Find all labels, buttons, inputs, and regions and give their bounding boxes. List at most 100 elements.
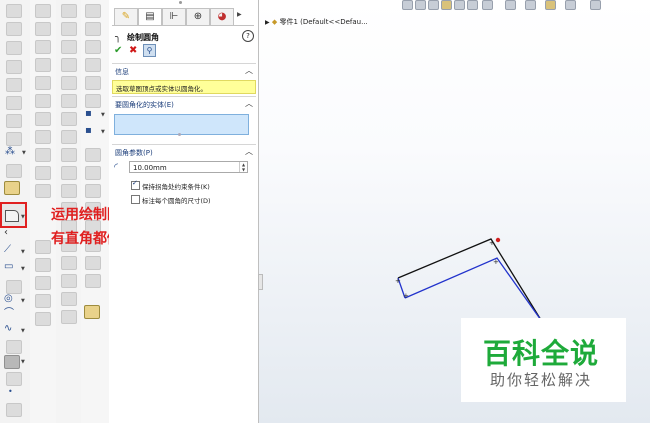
monitor-icon[interactable]: [590, 0, 601, 10]
cancel-button[interactable]: ✖: [129, 45, 137, 56]
toolbar-icon[interactable]: [61, 310, 77, 324]
toolbar-icon[interactable]: [61, 22, 77, 36]
vertex-point[interactable]: [495, 237, 501, 243]
toolbar-icon[interactable]: [85, 40, 101, 54]
toolbar-icon[interactable]: [35, 240, 51, 254]
smart-dimension-icon[interactable]: [6, 4, 22, 18]
toolbar-icon[interactable]: [35, 166, 51, 180]
toolbar-icon[interactable]: [85, 76, 101, 90]
toolbar-icon[interactable]: [61, 274, 77, 288]
toolbar-icon[interactable]: [85, 274, 101, 288]
dropdown-arrow-icon[interactable]: ▼: [21, 298, 25, 304]
dropdown-arrow-icon[interactable]: ▼: [22, 150, 26, 156]
radius-input[interactable]: 10.00mm ▲ ▼: [129, 161, 248, 173]
line-icon[interactable]: ⟋: [4, 244, 11, 256]
message-section-header[interactable]: 信息 ︿: [112, 65, 256, 79]
zoom-area-icon[interactable]: [415, 0, 426, 10]
toolbar-icon[interactable]: [6, 132, 22, 146]
toolbar-icon[interactable]: [6, 340, 22, 354]
toolbar-icon[interactable]: [85, 148, 101, 162]
dropdown-arrow-icon[interactable]: ▼: [21, 328, 25, 334]
hide-show-items-icon[interactable]: [505, 0, 516, 10]
relations-icon[interactable]: [84, 305, 100, 319]
section-view-icon[interactable]: [441, 0, 452, 10]
tab-dimxpert-manager[interactable]: ⊕: [186, 8, 210, 25]
dropdown-arrow-icon[interactable]: ▼: [101, 112, 105, 118]
sketch-fillet-button[interactable]: ▼: [0, 202, 27, 228]
toolbar-icon[interactable]: [35, 4, 51, 18]
toolbar-icon[interactable]: [61, 58, 77, 72]
toolbar-icon[interactable]: [6, 41, 22, 55]
toolbar-icon[interactable]: [6, 403, 22, 417]
toolbar-icon[interactable]: [61, 184, 77, 198]
toolbar-icon[interactable]: [61, 256, 77, 270]
toolbar-icon[interactable]: [35, 258, 51, 272]
toolbar-icon[interactable]: [6, 372, 22, 386]
zoom-to-fit-icon[interactable]: [402, 0, 413, 10]
spline-icon[interactable]: ∿: [4, 323, 12, 335]
toolbar-icon[interactable]: [6, 96, 22, 110]
tab-display-manager[interactable]: ◕: [210, 8, 234, 25]
dropdown-arrow-icon[interactable]: ▼: [21, 359, 25, 365]
toolbar-icon[interactable]: [6, 114, 22, 128]
arc-icon[interactable]: ⌒: [4, 308, 14, 320]
dimension-each-fillet-checkbox[interactable]: [131, 195, 140, 204]
toolbar-icon[interactable]: [85, 58, 101, 72]
toolbar-icon[interactable]: [6, 78, 22, 92]
params-section-header[interactable]: 圆角参数(P) ︿: [112, 146, 256, 160]
dropdown-arrow-icon[interactable]: ▼: [21, 249, 25, 255]
chevron-left-icon[interactable]: ‹: [4, 227, 8, 239]
toolbar-icon[interactable]: [85, 22, 101, 36]
dropdown-arrow-icon[interactable]: ▼: [101, 129, 105, 135]
dropdown-arrow-icon[interactable]: ▼: [21, 266, 25, 272]
toolbar-icon[interactable]: [85, 4, 101, 18]
toolbar-icon[interactable]: [35, 184, 51, 198]
toolbar-icon[interactable]: [6, 60, 22, 74]
pin-button[interactable]: ⚲: [143, 44, 156, 57]
tab-property-manager[interactable]: ▤: [138, 8, 162, 25]
panel-splitter[interactable]: [258, 274, 263, 290]
tab-more-arrow-icon[interactable]: ▶: [237, 11, 242, 18]
toolbar-icon[interactable]: [6, 280, 22, 294]
mirror-icon[interactable]: ⁂: [5, 146, 15, 158]
circle-icon[interactable]: ◎: [4, 293, 13, 305]
toolbar-icon[interactable]: [61, 292, 77, 306]
toolbar-icon[interactable]: [61, 130, 77, 144]
display-style-icon[interactable]: [482, 0, 493, 10]
toolbar-icon[interactable]: [35, 294, 51, 308]
view-orientation-icon[interactable]: [467, 0, 478, 10]
collapse-icon[interactable]: ︿: [245, 146, 253, 157]
keep-constrained-corners-checkbox[interactable]: [131, 179, 140, 190]
apply-scene-icon[interactable]: [545, 0, 556, 10]
help-icon[interactable]: ?: [242, 30, 254, 42]
toolbar-icon[interactable]: [85, 184, 101, 198]
collapse-icon[interactable]: ︿: [245, 98, 253, 109]
tab-configuration-manager[interactable]: ⊩: [162, 8, 186, 25]
tab-feature-manager[interactable]: ✎: [114, 8, 138, 25]
entities-section-header[interactable]: 要圆角化的实体(E) ︿: [112, 98, 256, 112]
dynamic-annotation-icon[interactable]: [454, 0, 465, 10]
toolbar-icon[interactable]: [35, 276, 51, 290]
display-icon[interactable]: ▪: [85, 125, 92, 137]
collapse-icon[interactable]: ︿: [245, 65, 253, 76]
dropdown-arrow-icon[interactable]: ▼: [21, 214, 25, 220]
rectangle-icon[interactable]: ▭: [4, 261, 13, 273]
list-resize-handle[interactable]: [178, 133, 181, 136]
sketch-icon[interactable]: [6, 22, 22, 36]
ok-button[interactable]: ✔: [114, 45, 122, 56]
expand-arrow-icon[interactable]: ▶: [265, 19, 270, 26]
toolbar-icon[interactable]: [61, 76, 77, 90]
point-icon[interactable]: •: [8, 386, 13, 398]
feature-tree-root[interactable]: ▶ ◆ 零件1 (Default<<Defau...: [265, 17, 368, 27]
radius-stepper[interactable]: ▲ ▼: [239, 162, 247, 172]
toolbar-icon[interactable]: [35, 148, 51, 162]
sketch-line-black[interactable]: [397, 238, 542, 321]
toolbar-icon[interactable]: [61, 40, 77, 54]
toolbar-icon[interactable]: [35, 40, 51, 54]
toolbar-icon[interactable]: [35, 312, 51, 326]
toolbar-icon[interactable]: [6, 164, 22, 178]
entities-list[interactable]: [114, 114, 249, 135]
move-icon[interactable]: ▪: [85, 108, 92, 120]
toolbar-icon[interactable]: [61, 4, 77, 18]
toolbar-icon[interactable]: [61, 94, 77, 108]
